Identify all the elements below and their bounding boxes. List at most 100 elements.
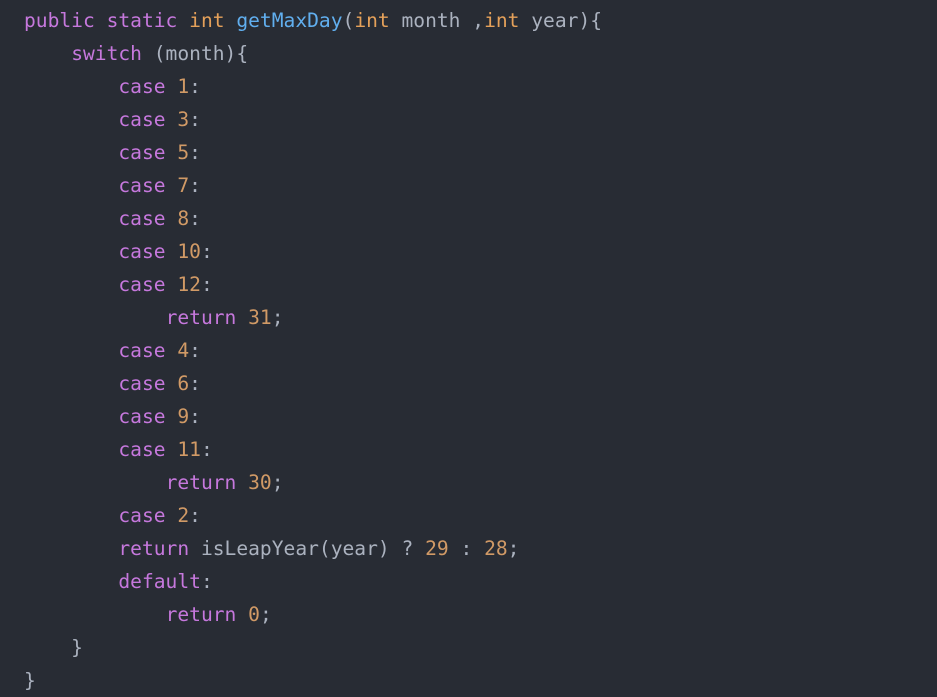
code-token: int (354, 9, 390, 32)
code-line: case 4: (24, 334, 937, 367)
code-line: public static int getMaxDay(int month ,i… (24, 4, 937, 37)
code-token: : (200, 240, 213, 263)
code-token: : (200, 570, 213, 593)
code-token: month , (389, 9, 485, 32)
code-token: return (118, 537, 190, 560)
code-line: } (24, 631, 937, 664)
code-token: case (118, 240, 166, 263)
code-token: case (118, 75, 166, 98)
code-token: switch (71, 42, 142, 65)
code-token: default (118, 570, 201, 593)
code-token: 0 (248, 603, 260, 626)
code-line: case 12: (24, 268, 937, 301)
code-token: : (189, 174, 201, 197)
code-line: case 3: (24, 103, 937, 136)
code-line: switch (month){ (24, 37, 937, 70)
code-token: ; (259, 603, 272, 626)
code-token: 6 (177, 372, 190, 395)
code-token: : (189, 339, 201, 362)
code-token: 2 (177, 504, 190, 527)
code-line: case 6: (24, 367, 937, 400)
code-token: : (448, 537, 485, 560)
code-token: : (189, 207, 201, 230)
code-token: 31 (248, 306, 272, 329)
code-token: : (189, 504, 201, 527)
code-line: case 1: (24, 70, 937, 103)
code-token: 29 (425, 537, 449, 560)
code-block[interactable]: public static int getMaxDay(int month ,i… (0, 0, 937, 697)
code-token: 10 (177, 240, 201, 263)
code-line: case 8: (24, 202, 937, 235)
code-token: ; (507, 537, 520, 560)
code-line: } (24, 664, 937, 697)
code-token: case (118, 108, 166, 131)
code-token: : (189, 372, 201, 395)
code-lines: public static int getMaxDay(int month ,i… (24, 4, 937, 697)
code-line: return 0; (24, 598, 937, 631)
code-token: return (165, 603, 237, 626)
code-line: case 9: (24, 400, 937, 433)
code-line: default: (24, 565, 937, 598)
code-token: static (106, 9, 178, 32)
code-token: : (200, 273, 213, 296)
code-token: case (118, 372, 166, 395)
code-token: 8 (177, 207, 190, 230)
code-token: 11 (177, 438, 201, 461)
code-token: 30 (248, 471, 272, 494)
code-token: (month){ (141, 42, 249, 65)
code-token: : (200, 438, 213, 461)
code-token: } (24, 669, 36, 692)
code-token: return (165, 306, 237, 329)
code-token: ; (271, 471, 284, 494)
code-line: return isLeapYear(year) ? 29 : 28; (24, 532, 937, 565)
code-line: return 30; (24, 466, 937, 499)
code-token: case (118, 174, 166, 197)
code-line: return 31; (24, 301, 937, 334)
code-token: 28 (484, 537, 508, 560)
code-token: 3 (177, 108, 190, 131)
code-token: case (118, 438, 166, 461)
code-token: case (118, 207, 166, 230)
code-token: ; (271, 306, 284, 329)
code-token: case (118, 339, 166, 362)
code-token: 4 (177, 339, 190, 362)
code-token: int (484, 9, 520, 32)
code-token: 12 (177, 273, 201, 296)
code-token: } (24, 636, 83, 659)
code-line: case 11: (24, 433, 937, 466)
code-token: 1 (177, 75, 190, 98)
code-token: : (189, 108, 201, 131)
code-token: case (118, 141, 166, 164)
